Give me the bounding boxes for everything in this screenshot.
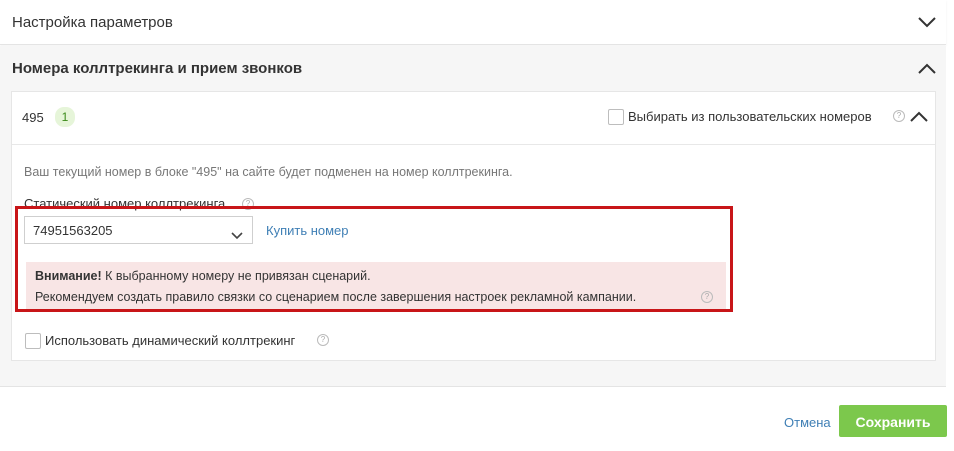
- save-button[interactable]: Сохранить: [839, 405, 947, 437]
- cancel-link[interactable]: Отмена: [784, 415, 831, 430]
- highlight-frame: [15, 206, 733, 312]
- chevron-up-icon[interactable]: [917, 63, 937, 77]
- help-icon[interactable]: ?: [317, 334, 329, 346]
- help-icon[interactable]: ?: [893, 110, 905, 122]
- settings-section-header[interactable]: Настройка параметров: [0, 0, 946, 45]
- number-block-header: 495 1 Выбирать из пользовательских номер…: [12, 92, 935, 145]
- calltracking-section-title: Номера коллтрекинга и прием звонков: [12, 60, 303, 77]
- number-block-label: 495: [22, 110, 44, 125]
- number-info-text: Ваш текущий номер в блоке "495" на сайте…: [24, 165, 513, 179]
- number-count-badge: 1: [55, 107, 75, 127]
- custom-numbers-label[interactable]: Выбирать из пользовательских номеров: [628, 109, 872, 124]
- settings-section-title: Настройка параметров: [12, 14, 173, 31]
- chevron-up-icon[interactable]: [909, 111, 929, 125]
- chevron-down-icon[interactable]: [917, 16, 937, 30]
- dynamic-calltracking-checkbox[interactable]: [25, 333, 41, 349]
- dynamic-calltracking-label[interactable]: Использовать динамический коллтрекинг: [45, 333, 295, 348]
- custom-numbers-checkbox[interactable]: [608, 109, 624, 125]
